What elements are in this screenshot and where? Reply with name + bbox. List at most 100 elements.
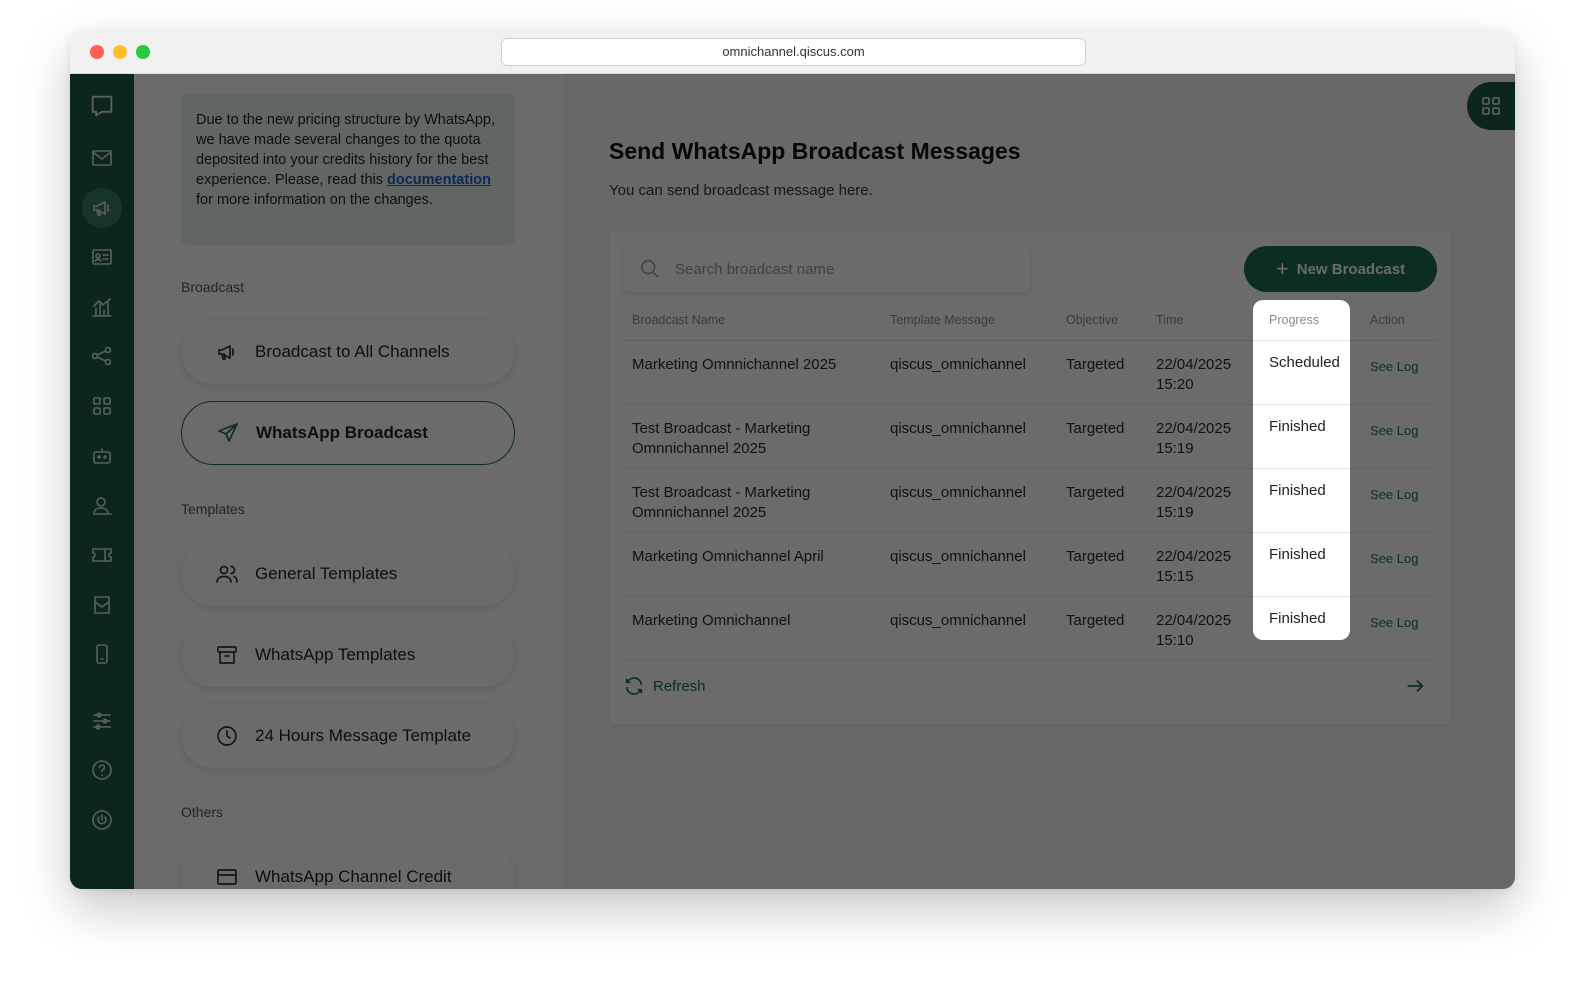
cell-objective: Targeted [1066, 420, 1125, 437]
progress-column-highlight: Progress Scheduled Finished Finished Fin… [1253, 300, 1350, 640]
next-page-button[interactable] [1404, 675, 1426, 697]
clock-icon [217, 726, 237, 746]
cell-clock: 15:19 [1156, 440, 1194, 457]
share-nodes-icon[interactable] [82, 336, 122, 376]
cell-time: 22/04/2025 15:19 [1156, 419, 1246, 459]
cell-template: qiscus_omnichannel [890, 484, 1026, 501]
cell-template: qiscus_omnichannel [890, 356, 1026, 373]
cell-broadcast-name: Marketing Omnichannel April [632, 548, 824, 565]
nav-label: General Templates [255, 564, 398, 583]
cell-clock: 15:19 [1156, 504, 1194, 521]
cell-broadcast-name: Marketing Omnnichannel 2025 [632, 356, 837, 373]
nav-label: Broadcast to All Channels [255, 342, 450, 361]
refresh-button[interactable]: Refresh [623, 675, 706, 697]
plus-icon: + [1275, 256, 1289, 281]
highlight-progress-value: Finished [1269, 418, 1326, 435]
cell-time: 22/04/2025 15:20 [1156, 355, 1246, 395]
broadcast-menu-panel: Due to the new pricing structure by What… [134, 74, 563, 889]
browser-titlebar: omnichannel.qiscus.com [70, 31, 1515, 74]
nav-whatsapp-channel-credit[interactable]: WhatsApp Channel Credit [181, 845, 515, 889]
nav-label: WhatsApp Templates [255, 645, 416, 664]
send-icon [218, 423, 238, 442]
nav-whatsapp-templates[interactable]: WhatsApp Templates [181, 623, 515, 687]
documentation-link[interactable]: documentation [387, 172, 491, 188]
apps-grid-icon[interactable] [82, 386, 122, 426]
nav-label: WhatsApp Channel Credit [255, 867, 452, 886]
highlight-progress-value: Finished [1269, 610, 1326, 627]
archive-icon [217, 646, 237, 664]
close-window-button[interactable] [90, 45, 104, 59]
url-bar[interactable]: omnichannel.qiscus.com [501, 38, 1086, 66]
arrow-right-icon [1407, 679, 1424, 693]
search-input[interactable] [675, 260, 995, 278]
minimize-window-button[interactable] [113, 45, 127, 59]
search-icon [641, 260, 659, 278]
highlight-progress-header: Progress [1269, 313, 1320, 327]
nav-label: WhatsApp Broadcast [256, 423, 428, 442]
cell-objective: Targeted [1066, 356, 1125, 373]
see-log-link[interactable]: See Log [1370, 357, 1418, 377]
credit-card-icon [217, 869, 237, 885]
main-content: Send WhatsApp Broadcast Messages You can… [563, 74, 1515, 889]
cell-objective: Targeted [1066, 548, 1125, 565]
cell-broadcast-name: Test Broadcast - Marketing Omnnichannel … [632, 484, 811, 521]
ticket-icon[interactable] [82, 535, 122, 575]
refresh-icon [625, 677, 643, 695]
app-root: Due to the new pricing structure by What… [70, 74, 1515, 889]
contact-card-icon[interactable] [82, 237, 122, 277]
bot-icon[interactable] [82, 436, 122, 476]
chart-icon[interactable] [82, 287, 122, 327]
see-log-link[interactable]: See Log [1370, 549, 1418, 569]
browser-window: omnichannel.qiscus.com Due to the new pr… [70, 31, 1515, 889]
nav-24-hours-template[interactable]: 24 Hours Message Template [181, 704, 515, 768]
divider [1253, 340, 1350, 341]
nav-label: 24 Hours Message Template [255, 726, 472, 745]
cell-template: qiscus_omnichannel [890, 548, 1026, 565]
mobile-icon[interactable] [82, 634, 122, 674]
apps-menu-button[interactable] [1467, 82, 1515, 130]
page-title: Send WhatsApp Broadcast Messages [609, 138, 1021, 164]
maximize-window-button[interactable] [136, 45, 150, 59]
highlight-progress-value: Finished [1269, 482, 1326, 499]
settings-sliders-icon[interactable] [82, 701, 122, 741]
megaphone-icon[interactable] [82, 188, 122, 228]
cell-template: qiscus_omnichannel [890, 612, 1026, 629]
cell-clock: 15:15 [1156, 568, 1194, 585]
new-broadcast-button[interactable]: + New Broadcast [1244, 246, 1437, 292]
header-broadcast-name: Broadcast Name [632, 313, 726, 327]
cell-time: 22/04/2025 15:10 [1156, 611, 1246, 651]
highlight-progress-value: Finished [1269, 546, 1326, 563]
cell-date: 22/04/2025 [1156, 612, 1232, 629]
nav-broadcast-all-channels[interactable]: Broadcast to All Channels [181, 320, 515, 384]
cell-objective: Targeted [1066, 612, 1125, 629]
cell-date: 22/04/2025 [1156, 548, 1232, 565]
megaphone-icon [218, 345, 234, 360]
chat-logo-icon[interactable] [82, 86, 122, 126]
notice-text-end: for more information on the changes. [196, 192, 433, 208]
see-log-link[interactable]: See Log [1370, 421, 1418, 441]
divider [1253, 468, 1350, 469]
help-icon[interactable] [82, 750, 122, 790]
see-log-link[interactable]: See Log [1370, 485, 1418, 505]
cell-date: 22/04/2025 [1156, 484, 1232, 501]
apps-grid-icon [1482, 97, 1500, 115]
cell-broadcast-name: Marketing Omnichannel [632, 612, 791, 629]
page-subtitle: You can send broadcast message here. [609, 182, 873, 199]
divider [1253, 596, 1350, 597]
highlight-progress-value: Scheduled [1269, 354, 1340, 371]
nav-whatsapp-broadcast[interactable]: WhatsApp Broadcast [181, 401, 515, 465]
nav-general-templates[interactable]: General Templates [181, 542, 515, 606]
cell-date: 22/04/2025 [1156, 420, 1232, 437]
search-box[interactable] [623, 246, 1030, 292]
see-log-link[interactable]: See Log [1370, 613, 1418, 633]
agent-icon[interactable] [82, 486, 122, 526]
section-label-others: Others [181, 804, 224, 820]
mail-icon[interactable] [82, 138, 122, 178]
new-broadcast-label: New Broadcast [1296, 260, 1406, 278]
header-action: Action [1370, 313, 1405, 327]
divider [1253, 532, 1350, 533]
section-label-templates: Templates [181, 501, 245, 517]
header-time: Time [1156, 313, 1184, 327]
power-icon[interactable] [82, 800, 122, 840]
inbox-icon[interactable] [82, 585, 122, 625]
